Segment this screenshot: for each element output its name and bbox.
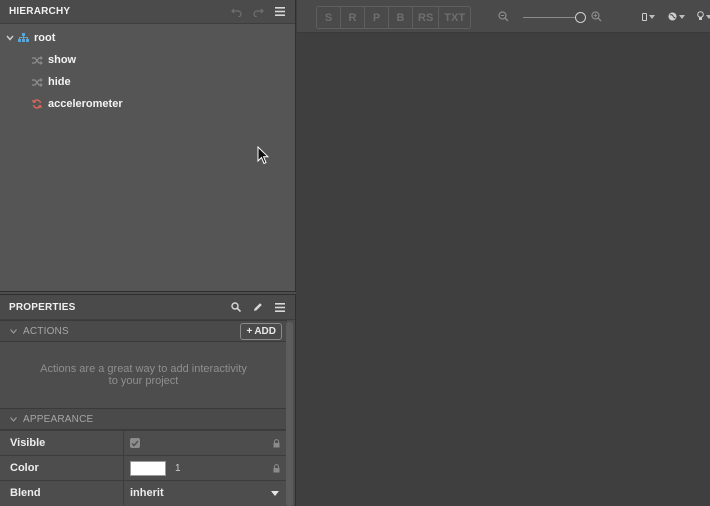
shuffle-icon: [30, 55, 44, 65]
mouse-cursor-icon: [257, 146, 269, 165]
light-dropdown[interactable]: [697, 10, 710, 24]
actions-section-header[interactable]: ACTIONS + ADD: [0, 320, 287, 342]
gizmo-button-group: S R P B RS TXT: [316, 6, 472, 29]
search-icon[interactable]: [230, 301, 242, 313]
properties-scrollbar[interactable]: [286, 322, 293, 506]
pencil-icon[interactable]: [252, 301, 264, 313]
tree-item-show[interactable]: show: [0, 49, 295, 71]
prop-row-color: Color 1: [0, 455, 287, 480]
blend-dropdown[interactable]: inherit: [124, 481, 287, 505]
gizmo-button-rotate-scale[interactable]: RS: [413, 7, 440, 28]
properties-panel: PROPERTIES ACTIONS + ADD Actions are a g…: [0, 294, 296, 506]
tree-item-hide[interactable]: hide: [0, 71, 295, 93]
lightbulb-icon: [697, 10, 704, 24]
zoom-slider-handle[interactable]: [575, 12, 586, 23]
left-panel: HIERARCHY root show hide accelerometer P…: [0, 0, 296, 506]
appearance-section-header[interactable]: APPEARANCE: [0, 408, 287, 430]
chevron-down-icon[interactable]: [6, 33, 16, 43]
prop-label: Visible: [0, 431, 124, 455]
caret-down-icon: [679, 15, 685, 19]
lock-icon[interactable]: [273, 438, 280, 448]
menu-icon[interactable]: [274, 6, 286, 18]
hierarchy-icon: [16, 33, 30, 43]
prop-row-visible: Visible: [0, 430, 287, 455]
viewport-toolbar: S R P B RS TXT: [297, 0, 710, 33]
properties-title: PROPERTIES: [9, 301, 76, 313]
hierarchy-title: HIERARCHY: [9, 6, 71, 17]
caret-down-icon: [649, 15, 655, 19]
chevron-down-icon: [10, 415, 17, 424]
blend-value: inherit: [130, 487, 164, 499]
chevron-down-icon: [10, 327, 17, 336]
gizmo-button-rotate[interactable]: R: [341, 7, 365, 28]
tree-item-accelerometer[interactable]: accelerometer: [0, 93, 295, 115]
menu-icon[interactable]: [274, 301, 286, 313]
plus-icon: +: [246, 325, 253, 337]
globe-icon: [668, 10, 677, 24]
undo-icon[interactable]: [230, 6, 242, 18]
hierarchy-panel: HIERARCHY root show hide accelerometer: [0, 0, 296, 292]
tree-item-label: show: [48, 54, 77, 66]
device-icon: [642, 10, 647, 24]
tree-item-label: hide: [48, 76, 71, 88]
redo-icon[interactable]: [252, 6, 264, 18]
hierarchy-tree: root show hide accelerometer: [0, 24, 295, 115]
device-dropdown[interactable]: [642, 10, 655, 24]
actions-empty-message: Actions are a great way to add interacti…: [40, 363, 247, 387]
zoom-slider-track[interactable]: [523, 17, 578, 18]
caret-down-icon: [271, 491, 279, 496]
lock-icon[interactable]: [273, 463, 280, 473]
globe-dropdown[interactable]: [668, 10, 685, 24]
appearance-title: APPEARANCE: [23, 413, 94, 425]
zoom-in-icon[interactable]: [591, 11, 602, 25]
tree-item-label: accelerometer: [48, 98, 123, 110]
add-action-label: ADD: [254, 325, 276, 337]
refresh-icon: [30, 99, 44, 109]
prop-label: Blend: [0, 481, 124, 505]
gizmo-button-text[interactable]: TXT: [439, 7, 470, 28]
zoom-out-icon[interactable]: [498, 11, 509, 25]
prop-label: Color: [0, 456, 124, 480]
visible-checkbox[interactable]: [130, 438, 140, 448]
gizmo-button-scale[interactable]: S: [317, 7, 341, 28]
actions-title: ACTIONS: [23, 325, 69, 337]
prop-row-blend: Blend inherit: [0, 480, 287, 505]
color-swatch[interactable]: [130, 460, 166, 476]
properties-header: PROPERTIES: [0, 294, 295, 320]
tree-item-root[interactable]: root: [0, 27, 295, 49]
hierarchy-header: HIERARCHY: [0, 0, 295, 24]
add-action-button[interactable]: + ADD: [240, 322, 282, 340]
shuffle-icon: [30, 77, 44, 87]
caret-down-icon: [706, 15, 710, 19]
gizmo-button-position[interactable]: P: [365, 7, 389, 28]
tree-item-label: root: [34, 32, 56, 44]
gizmo-button-bounds[interactable]: B: [389, 7, 413, 28]
canvas-viewport[interactable]: [297, 34, 710, 506]
color-alpha-value[interactable]: 1: [175, 463, 181, 474]
